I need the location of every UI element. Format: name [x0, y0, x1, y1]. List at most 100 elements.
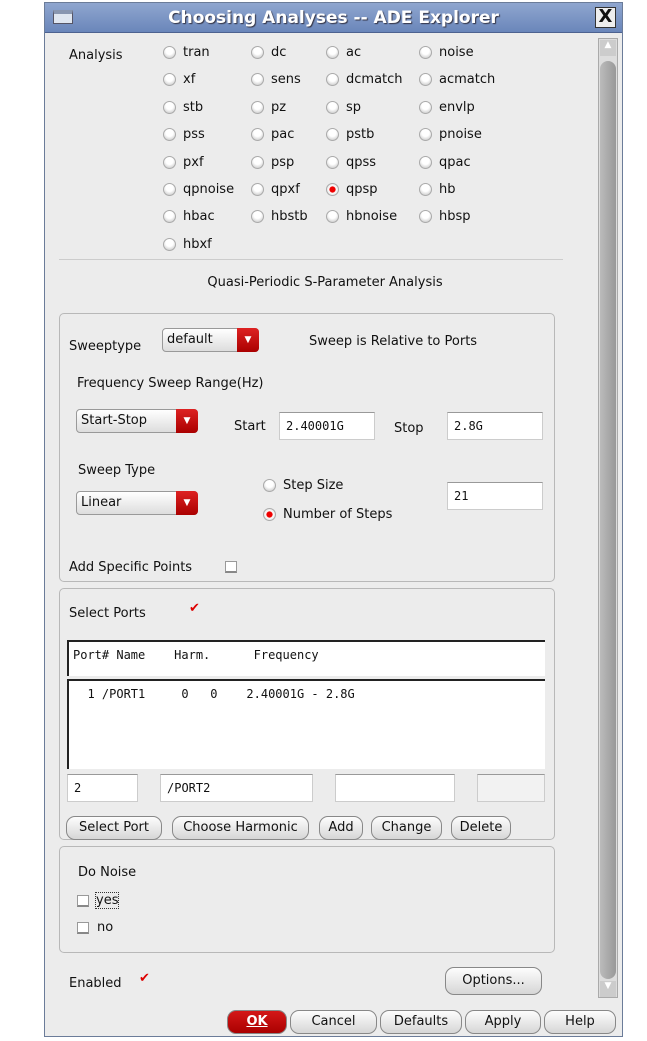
- analysis-radio-envlp[interactable]: envlp: [419, 100, 475, 115]
- delete-button[interactable]: Delete: [451, 816, 511, 840]
- radio-icon: [419, 73, 432, 87]
- add-button[interactable]: Add: [319, 816, 363, 840]
- analysis-radio-hbnoise[interactable]: hbnoise: [326, 209, 397, 224]
- analysis-radio-label: hbxf: [183, 236, 212, 252]
- range-mode-select[interactable]: Start-Stop ▼: [76, 409, 198, 433]
- analysis-radio-pstb[interactable]: pstb: [326, 127, 374, 142]
- enabled-label: Enabled: [69, 976, 122, 991]
- analysis-radio-hb[interactable]: hb: [419, 182, 456, 197]
- stop-input[interactable]: 2.8G: [447, 412, 543, 440]
- cancel-button[interactable]: Cancel: [290, 1010, 377, 1034]
- ok-button[interactable]: OK: [227, 1010, 287, 1034]
- analysis-radio-label: qpac: [439, 154, 471, 170]
- analysis-radio-hbstb[interactable]: hbstb: [251, 209, 308, 224]
- radio-icon: [251, 100, 264, 114]
- radio-icon: [326, 210, 339, 224]
- scroll-down-icon[interactable]: ▼: [600, 981, 616, 997]
- relative-note: Sweep is Relative to Ports: [309, 334, 478, 349]
- analysis-radio-dc[interactable]: dc: [251, 45, 286, 60]
- analysis-radio-qpxf[interactable]: qpxf: [251, 182, 300, 197]
- radio-icon: [251, 183, 264, 196]
- analysis-radio-pnoise[interactable]: pnoise: [419, 127, 482, 142]
- radio-icon: [163, 73, 176, 87]
- port-number-input[interactable]: 2: [67, 774, 138, 802]
- analysis-radio-label: acmatch: [439, 72, 496, 88]
- analysis-radio-label: qpsp: [346, 182, 378, 197]
- stop-label: Stop: [394, 421, 424, 436]
- analysis-radio-qpac[interactable]: qpac: [419, 155, 471, 170]
- radio-selected-icon: [263, 508, 276, 521]
- analysis-radio-qpsp[interactable]: qpsp: [326, 182, 378, 197]
- analysis-radio-label: stb: [183, 99, 204, 115]
- port-harmonic-input[interactable]: [335, 774, 455, 802]
- scroll-up-icon[interactable]: ▲: [600, 40, 616, 56]
- close-button[interactable]: X: [595, 7, 616, 28]
- add-points-checkbox[interactable]: [225, 561, 237, 573]
- port-name-input[interactable]: /PORT2: [160, 774, 313, 802]
- analysis-radio-qpnoise[interactable]: qpnoise: [163, 182, 234, 197]
- radio-icon: [163, 210, 176, 224]
- defaults-button[interactable]: Defaults: [380, 1010, 462, 1034]
- change-button[interactable]: Change: [371, 816, 442, 840]
- noise-no-checkbox[interactable]: [77, 922, 89, 934]
- analysis-radio-label: envlp: [439, 99, 475, 115]
- analysis-radio-dcmatch[interactable]: dcmatch: [326, 72, 403, 87]
- chevron-down-icon: ▼: [176, 491, 198, 515]
- start-input[interactable]: 2.40001G: [279, 412, 375, 440]
- analysis-radio-ac[interactable]: ac: [326, 45, 361, 60]
- enabled-checkbox[interactable]: [139, 971, 151, 989]
- port-row[interactable]: 1 /PORT1 0 0 2.40001G - 2.8G: [73, 687, 541, 701]
- analysis-radio-pss[interactable]: pss: [163, 127, 205, 142]
- noise-no-label[interactable]: no: [97, 920, 113, 935]
- sweep-type-select[interactable]: Linear ▼: [76, 491, 198, 515]
- scrollbar-thumb[interactable]: [600, 61, 616, 979]
- analysis-radio-sp[interactable]: sp: [326, 100, 361, 115]
- port-list[interactable]: 1 /PORT1 0 0 2.40001G - 2.8G: [67, 679, 545, 769]
- analysis-radio-label: pnoise: [439, 127, 482, 143]
- choose-harmonic-button[interactable]: Choose Harmonic: [172, 816, 309, 840]
- sweep-type-label: Sweep Type: [78, 463, 156, 478]
- apply-button[interactable]: Apply: [465, 1010, 541, 1034]
- analysis-radio-psp[interactable]: psp: [251, 155, 294, 170]
- radio-icon: [326, 128, 339, 142]
- options-button[interactable]: Options...: [445, 967, 542, 995]
- radio-icon: [251, 128, 264, 142]
- analysis-radio-tran[interactable]: tran: [163, 45, 210, 60]
- range-mode-value: Start-Stop: [81, 413, 148, 428]
- analysis-radio-noise[interactable]: noise: [419, 45, 474, 60]
- radio-icon: [326, 46, 339, 59]
- port-frequency-input[interactable]: [477, 774, 545, 802]
- analysis-radio-hbac[interactable]: hbac: [163, 209, 215, 224]
- analysis-radio-label: xf: [183, 72, 196, 88]
- analysis-radio-sens[interactable]: sens: [251, 72, 301, 87]
- select-ports-checkbox[interactable]: [189, 601, 201, 619]
- analysis-radio-hbsp[interactable]: hbsp: [419, 209, 471, 224]
- analysis-radio-qpss[interactable]: qpss: [326, 155, 376, 170]
- sweeptype-select[interactable]: default ▼: [162, 328, 259, 352]
- analysis-radio-label: qpnoise: [183, 182, 235, 197]
- analysis-radio-xf[interactable]: xf: [163, 72, 195, 87]
- dialog-content: Analysis tran dc ac noise xf sens dcmatch acmat…: [45, 34, 622, 1036]
- do-noise-label: Do Noise: [78, 865, 137, 880]
- analysis-radio-pxf[interactable]: pxf: [163, 155, 204, 170]
- analysis-radio-pz[interactable]: pz: [251, 100, 286, 115]
- analysis-radio-pac[interactable]: pac: [251, 127, 294, 142]
- select-port-button[interactable]: Select Port: [66, 816, 162, 840]
- scrollbar[interactable]: ▲ ▼: [598, 38, 618, 998]
- analysis-radio-hbxf[interactable]: hbxf: [163, 237, 212, 252]
- analysis-radio-label: sp: [346, 99, 362, 115]
- noise-yes-checkbox[interactable]: [77, 895, 89, 907]
- help-button[interactable]: Help: [544, 1010, 616, 1034]
- steps-input[interactable]: 21: [447, 482, 543, 510]
- number-of-steps-radio[interactable]: Number of Steps: [263, 507, 392, 522]
- radio-icon: [163, 100, 176, 114]
- analysis-radio-stb[interactable]: stb: [163, 100, 203, 115]
- radio-icon: [419, 46, 432, 59]
- noise-yes-label[interactable]: yes: [95, 892, 120, 909]
- radio-icon: [163, 46, 176, 59]
- step-size-radio[interactable]: Step Size: [263, 478, 343, 493]
- start-label: Start: [234, 419, 266, 434]
- analysis-radio-acmatch[interactable]: acmatch: [419, 72, 495, 87]
- title-bar[interactable]: Choosing Analyses -- ADE Explorer X: [45, 3, 622, 33]
- range-label: Frequency Sweep Range(Hz): [77, 376, 264, 391]
